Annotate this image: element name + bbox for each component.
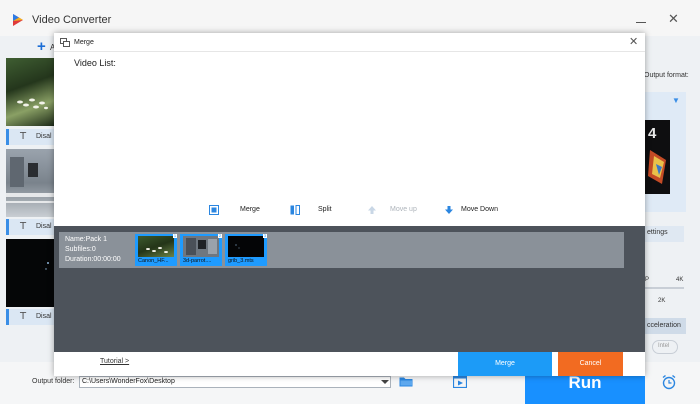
quality-slider[interactable] xyxy=(644,287,684,289)
alarm-clock-icon[interactable] xyxy=(661,374,677,390)
clip-name: Canon_HF... xyxy=(138,258,169,264)
clip-number: 1 xyxy=(173,233,177,238)
merge-action-button[interactable]: Merge xyxy=(240,206,260,213)
output-folder-label: Output folder: xyxy=(32,378,75,385)
merge-icon[interactable] xyxy=(209,205,219,215)
move-up-icon xyxy=(368,206,376,214)
tutorial-link[interactable]: Tutorial > xyxy=(100,358,129,365)
hardware-acceleration-button[interactable]: cceleration xyxy=(644,318,686,334)
thumbnail-label: Disal xyxy=(36,313,52,320)
split-icon[interactable] xyxy=(290,205,300,215)
dialog-header xyxy=(54,33,645,52)
app-logo-icon xyxy=(13,14,23,26)
subtitle-t-icon[interactable]: T xyxy=(20,131,26,142)
pack-duration: Duration:00:00:00 xyxy=(65,256,121,263)
subtitle-t-icon[interactable]: T xyxy=(20,221,26,232)
svg-text:4: 4 xyxy=(648,125,657,142)
intel-toggle[interactable]: Intel xyxy=(652,340,678,354)
subtitle-t-icon[interactable]: T xyxy=(20,311,26,322)
clip-item[interactable]: Canon_HF... 1 xyxy=(135,234,177,266)
cancel-button[interactable]: Cancel xyxy=(558,352,623,376)
split-action-button[interactable]: Split xyxy=(318,206,332,213)
clip-name: grib_3.mts xyxy=(228,258,254,264)
app-title: Video Converter xyxy=(32,14,112,26)
move-down-button[interactable]: Move Down xyxy=(461,206,498,213)
clip-number: 3 xyxy=(263,233,267,238)
dialog-footer: Tutorial > Merge Cancel xyxy=(54,352,645,376)
folder-icon[interactable] xyxy=(399,376,413,387)
preview-output-icon[interactable] xyxy=(453,375,467,388)
minimize-icon[interactable] xyxy=(636,14,646,24)
clip-item[interactable]: 3d-parrot.... 2 xyxy=(180,234,222,266)
clip-item[interactable]: grib_3.mts 3 xyxy=(225,234,267,266)
dialog-title: Merge xyxy=(74,39,94,46)
settings-button[interactable]: ettings xyxy=(644,226,684,242)
merge-button[interactable]: Merge xyxy=(458,352,552,376)
pack-name: Name:Pack 1 xyxy=(65,236,108,243)
chevron-down-icon[interactable] xyxy=(379,376,391,388)
move-down-icon[interactable] xyxy=(444,205,454,215)
quality-right-label: 4K xyxy=(676,277,684,283)
thumbnail-label: Disal xyxy=(36,133,52,140)
thumbnail-label: Disal xyxy=(36,223,52,230)
clip-thumbnail xyxy=(138,236,174,257)
pack-area: Name:Pack 1 Subfiles:0 Duration:00:00:00… xyxy=(54,226,645,352)
video-thumbnail[interactable] xyxy=(6,58,54,126)
clip-name: 3d-parrot.... xyxy=(183,258,212,264)
move-up-button[interactable]: Move up xyxy=(390,206,417,213)
quality-left-label: P xyxy=(645,277,650,283)
clip-thumbnail xyxy=(183,236,219,257)
video-thumbnail[interactable] xyxy=(6,149,54,217)
video-list-label: Video List: xyxy=(74,58,116,68)
clip-number: 2 xyxy=(218,233,222,238)
quality-mid-label: 2K xyxy=(658,298,666,304)
merge-dialog: Merge ✕ Video List: Merge Split Move up … xyxy=(54,33,645,376)
close-icon[interactable]: ✕ xyxy=(629,36,638,48)
output-folder-input[interactable]: C:\Users\WonderFox\Desktop xyxy=(79,376,391,388)
format-preview-image: 4 xyxy=(644,120,670,194)
merge-window-icon xyxy=(60,38,70,47)
pack-subfiles: Subfiles:0 xyxy=(65,246,96,253)
output-format-label: Output format: xyxy=(644,72,689,79)
clip-thumbnail xyxy=(228,236,264,257)
video-thumbnail[interactable] xyxy=(6,239,54,307)
chevron-down-icon[interactable]: ▼ xyxy=(672,96,680,105)
pack-info: Name:Pack 1 Subfiles:0 Duration:00:00:00 xyxy=(65,235,121,265)
close-window-icon[interactable]: ✕ xyxy=(668,12,679,25)
pack-row[interactable]: Name:Pack 1 Subfiles:0 Duration:00:00:00… xyxy=(59,232,624,268)
add-files-icon[interactable]: + xyxy=(37,39,46,54)
